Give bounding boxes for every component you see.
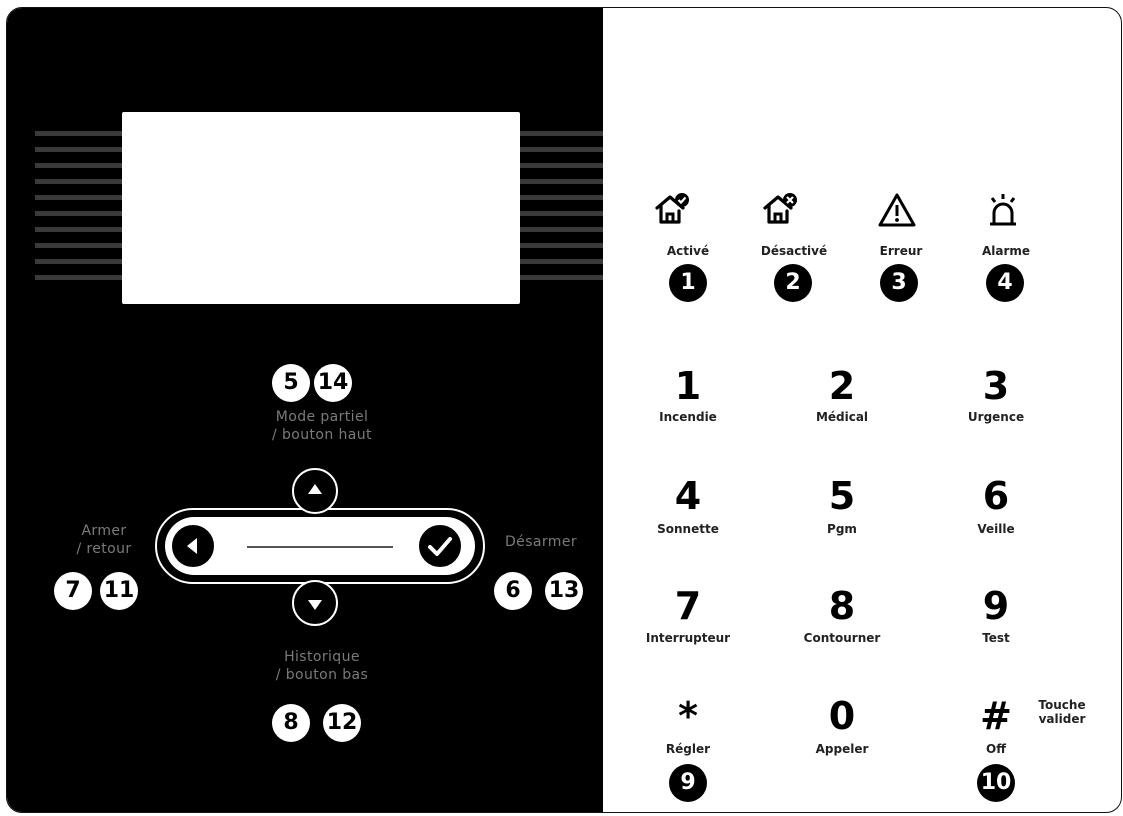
back-button-label-line2: / retour bbox=[76, 541, 132, 557]
checkmark-icon bbox=[428, 537, 452, 556]
key-9[interactable]: 9 bbox=[936, 586, 1056, 626]
house-x-icon bbox=[763, 193, 797, 224]
key-3-label: Urgence bbox=[967, 410, 1025, 424]
callout-badge: 14 bbox=[314, 364, 352, 402]
key-1[interactable]: 1 bbox=[628, 366, 748, 406]
speaker-grille-stripe bbox=[520, 211, 603, 216]
key-2[interactable]: 2 bbox=[782, 366, 902, 406]
speaker-grille-stripe bbox=[520, 227, 603, 232]
callout-badge: 12 bbox=[323, 704, 361, 742]
key-1-label: Incendie bbox=[659, 410, 717, 424]
speaker-grille-stripe bbox=[35, 227, 122, 232]
speaker-grille-stripe bbox=[520, 243, 603, 248]
nav-divider bbox=[247, 546, 393, 548]
hash-note-line2: valider bbox=[1038, 712, 1086, 726]
control-panel: 5 14 Mode partiel / bouton haut Armer / … bbox=[7, 8, 603, 812]
down-button[interactable] bbox=[292, 580, 338, 626]
down-button-label-line1: Historique bbox=[284, 649, 360, 665]
callout-badge: 11 bbox=[100, 572, 138, 610]
speaker-grille-stripe bbox=[35, 243, 122, 248]
callout-badge: 5 bbox=[272, 364, 310, 402]
arrow-down-icon bbox=[308, 600, 322, 610]
speaker-grille-stripe bbox=[520, 147, 603, 152]
speaker-grille-stripe bbox=[35, 147, 122, 152]
callout-badge: 13 bbox=[545, 572, 583, 610]
callout-badge: 8 bbox=[272, 704, 310, 742]
status-label-alarm: Alarme bbox=[981, 244, 1031, 258]
house-check-icon bbox=[655, 193, 689, 224]
speaker-grille-stripe bbox=[35, 259, 122, 264]
key-8[interactable]: 8 bbox=[782, 586, 902, 626]
speaker-grille-stripe bbox=[520, 163, 603, 168]
arrow-up-icon bbox=[308, 484, 322, 494]
key-4[interactable]: 4 bbox=[628, 476, 748, 516]
status-label-error: Erreur bbox=[879, 244, 923, 258]
key-8-label: Contourner bbox=[803, 631, 881, 645]
speaker-grille-stripe bbox=[520, 275, 603, 280]
key-7[interactable]: 7 bbox=[628, 586, 748, 626]
callout-badge: 7 bbox=[54, 572, 92, 610]
speaker-grille-stripe bbox=[520, 131, 603, 136]
key-3[interactable]: 3 bbox=[936, 366, 1056, 406]
key-6[interactable]: 6 bbox=[936, 476, 1056, 516]
key-star[interactable]: * bbox=[628, 696, 748, 736]
lcd-display bbox=[122, 112, 520, 304]
hash-note-line1: Touche bbox=[1038, 698, 1086, 712]
key-5-label: Pgm bbox=[827, 522, 857, 536]
callout-badge: 10 bbox=[977, 764, 1015, 802]
key-7-label: Interrupteur bbox=[645, 631, 731, 645]
confirm-button-label: Désarmer bbox=[505, 534, 577, 550]
callout-badge: 1 bbox=[669, 264, 707, 302]
callout-badge: 4 bbox=[986, 264, 1024, 302]
up-button-label-line2: / bouton haut bbox=[272, 427, 372, 443]
speaker-grille-stripe bbox=[35, 163, 122, 168]
key-star-label: Régler bbox=[665, 742, 711, 756]
back-button[interactable] bbox=[170, 523, 216, 569]
speaker-grille-stripe bbox=[35, 131, 122, 136]
key-2-label: Médical bbox=[815, 410, 869, 424]
speaker-grille-stripe bbox=[35, 179, 122, 184]
key-0-label: Appeler bbox=[815, 742, 869, 756]
status-label-inactive: Désactivé bbox=[760, 244, 828, 258]
up-button[interactable] bbox=[292, 468, 338, 514]
callout-badge: 2 bbox=[774, 264, 812, 302]
keypad-device: 5 14 Mode partiel / bouton haut Armer / … bbox=[6, 7, 1122, 813]
speaker-grille-stripe bbox=[35, 211, 122, 216]
speaker-grille-stripe bbox=[35, 275, 122, 280]
key-0[interactable]: 0 bbox=[782, 696, 902, 736]
speaker-grille-stripe bbox=[520, 179, 603, 184]
callout-badge: 3 bbox=[880, 264, 918, 302]
warning-triangle-icon bbox=[878, 193, 916, 227]
key-9-label: Test bbox=[982, 631, 1010, 645]
speaker-grille-stripe bbox=[35, 195, 122, 200]
speaker-grille-stripe bbox=[520, 259, 603, 264]
speaker-grille-stripe bbox=[520, 195, 603, 200]
callout-badge: 9 bbox=[669, 764, 707, 802]
key-4-label: Sonnette bbox=[657, 522, 719, 536]
confirm-button[interactable] bbox=[417, 523, 463, 569]
up-button-label-line1: Mode partiel bbox=[275, 409, 369, 425]
key-5[interactable]: 5 bbox=[782, 476, 902, 516]
key-6-label: Veille bbox=[977, 522, 1015, 536]
callout-badge: 6 bbox=[494, 572, 532, 610]
arrow-left-icon bbox=[187, 538, 197, 554]
down-button-label-line2: / bouton bas bbox=[275, 667, 369, 683]
back-button-label-line1: Armer bbox=[81, 523, 127, 539]
alarm-siren-icon bbox=[990, 194, 1016, 226]
key-hash-label: Off bbox=[986, 742, 1006, 756]
status-label-active: Activé bbox=[666, 244, 710, 258]
